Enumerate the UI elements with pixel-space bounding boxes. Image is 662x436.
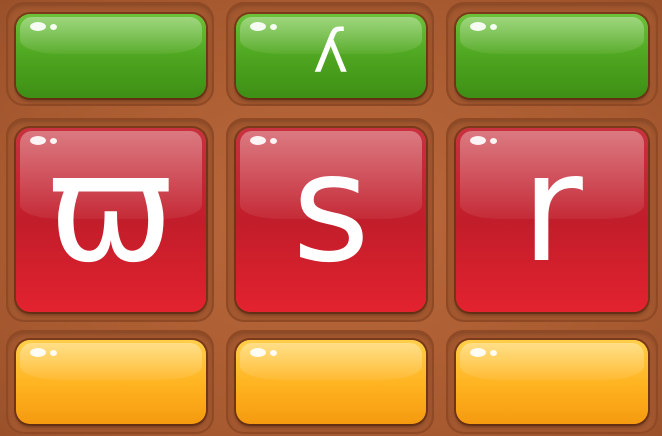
tile-green-1[interactable] [16,14,206,98]
tile-glyph-flipped: у [313,24,349,94]
tile-red-2[interactable]: s [236,128,426,312]
tile-red-1[interactable]: ϖ [16,128,206,312]
tile-glyph [236,340,426,424]
tile-glyph [16,14,206,98]
tile-orange-2[interactable] [236,340,426,424]
tile-glyph: r [521,128,583,296]
tile-glyph [456,340,648,424]
tile-orange-3[interactable] [456,340,648,424]
tile-glyph [456,14,648,98]
tile-glyph [16,340,206,424]
tile-red-3[interactable]: r [456,128,648,312]
tile-green-3[interactable] [456,14,648,98]
tile-glyph: s [291,128,371,296]
tile-glyph: ϖ [48,128,174,296]
game-board: у ϖ s r [0,0,662,436]
tile-orange-1[interactable] [16,340,206,424]
tile-green-2[interactable]: у [236,14,426,98]
